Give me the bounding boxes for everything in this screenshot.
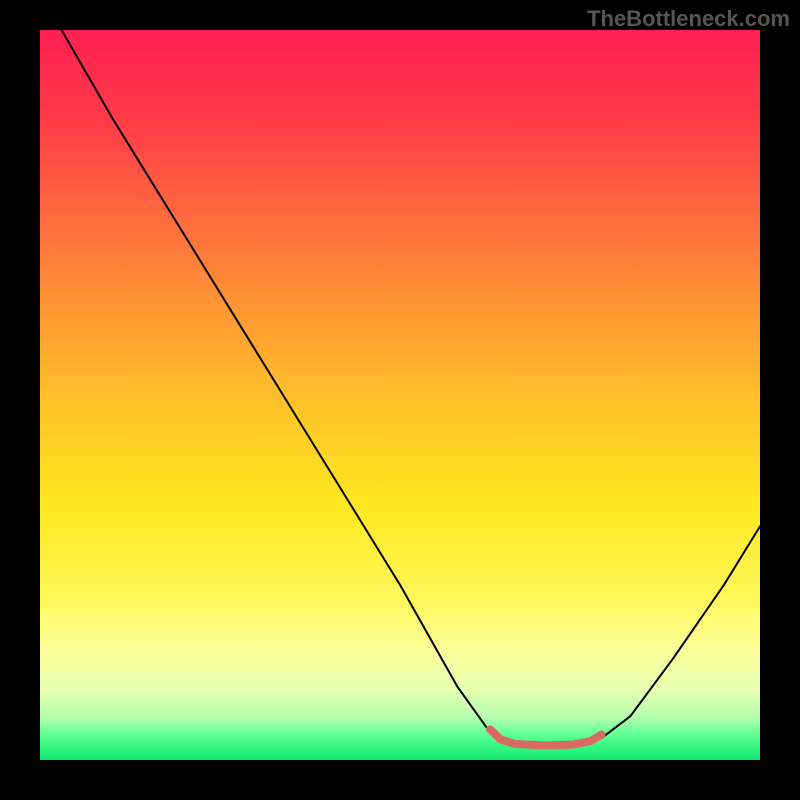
chart-container — [40, 30, 760, 760]
chart-background — [40, 30, 760, 760]
chart-svg — [40, 30, 760, 760]
watermark-text: TheBottleneck.com — [587, 6, 790, 32]
